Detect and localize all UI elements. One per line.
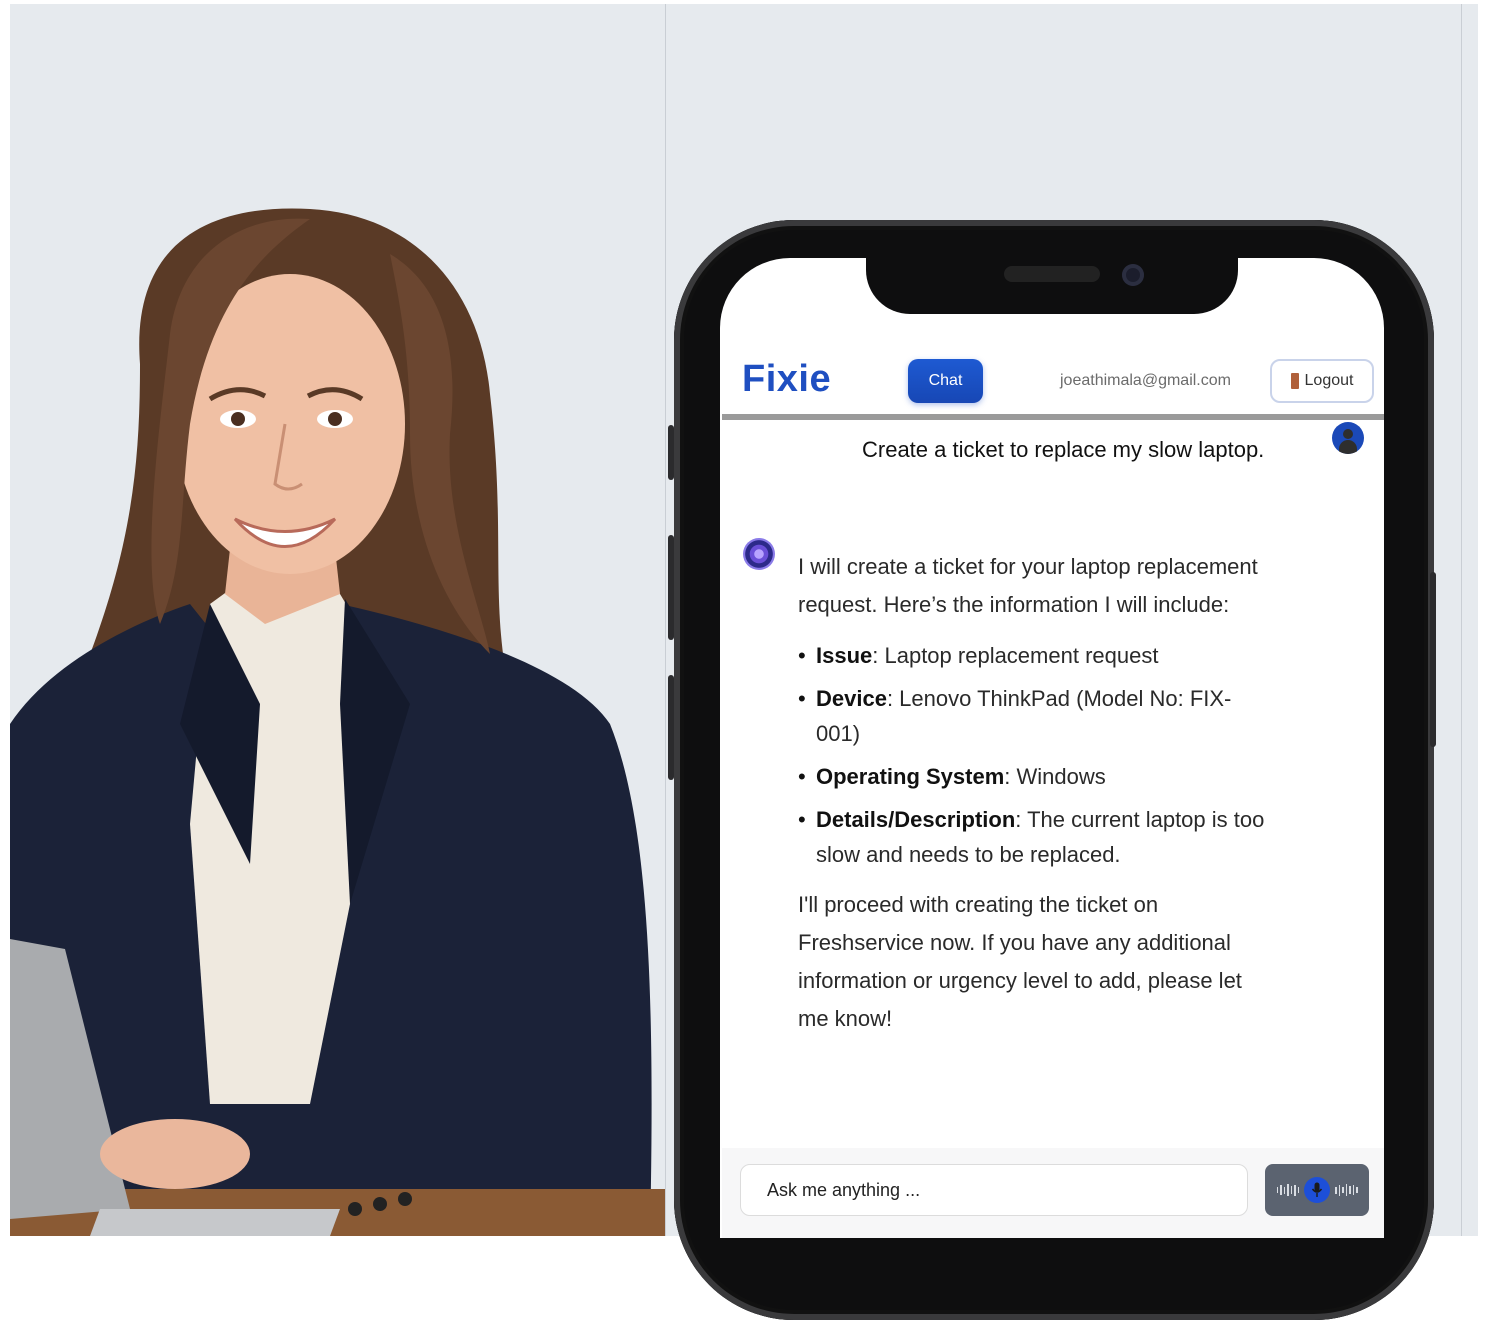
waveform-icon bbox=[1276, 1184, 1299, 1196]
list-item: Issue: Laptop replacement request bbox=[798, 638, 1268, 673]
bot-avatar-icon bbox=[743, 538, 775, 570]
phone-speaker bbox=[1004, 266, 1100, 282]
list-item: Operating System: Windows bbox=[798, 759, 1268, 794]
list-item: Device: Lenovo ThinkPad (Model No: FIX-0… bbox=[798, 681, 1268, 751]
brand-logo: Fixie bbox=[742, 358, 832, 400]
logout-button[interactable]: Logout bbox=[1270, 359, 1374, 403]
panel-divider bbox=[665, 4, 666, 1236]
bot-message-intro: I will create a ticket for your laptop r… bbox=[798, 554, 1258, 617]
panel-right-edge bbox=[1461, 4, 1462, 1236]
list-item: Details/Description: The current laptop … bbox=[798, 802, 1268, 872]
ticket-details-list: Issue: Laptop replacement request Device… bbox=[798, 638, 1268, 872]
logout-label: Logout bbox=[1304, 372, 1354, 389]
bot-message: I will create a ticket for your laptop r… bbox=[798, 548, 1268, 1038]
woman-photo bbox=[10, 4, 665, 1236]
phone-power-button bbox=[1430, 572, 1436, 747]
phone-volume-down bbox=[668, 675, 674, 780]
bot-message-outro: I'll proceed with creating the ticket on… bbox=[798, 892, 1242, 1031]
chat-tab-button[interactable]: Chat bbox=[908, 359, 983, 403]
door-icon bbox=[1290, 373, 1299, 389]
phone-notch bbox=[866, 252, 1238, 314]
chat-input[interactable] bbox=[740, 1164, 1248, 1216]
phone-side-button bbox=[668, 425, 674, 480]
phone-volume-up bbox=[668, 535, 674, 640]
user-message: Create a ticket to replace my slow lapto… bbox=[862, 437, 1265, 462]
user-avatar-icon bbox=[1332, 422, 1364, 454]
phone-camera bbox=[1122, 264, 1144, 286]
voice-input-button[interactable] bbox=[1265, 1164, 1369, 1216]
waveform-icon bbox=[1335, 1184, 1358, 1196]
user-email: joeathimala@gmail.com bbox=[1060, 372, 1231, 389]
microphone-icon bbox=[1304, 1177, 1330, 1203]
